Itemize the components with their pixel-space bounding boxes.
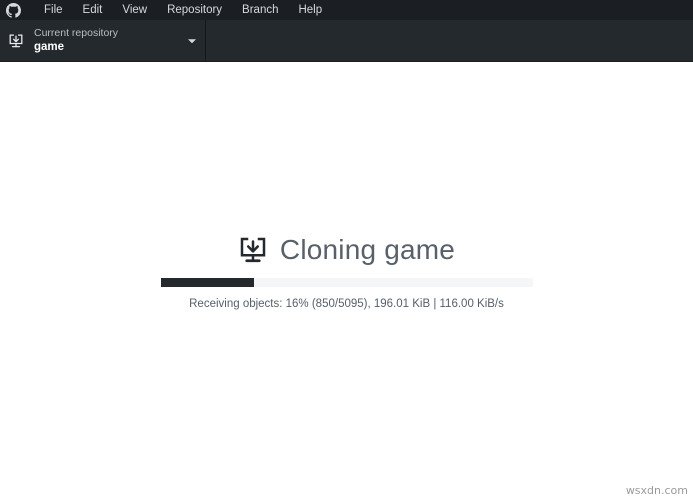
menu-item-edit[interactable]: Edit <box>73 0 113 20</box>
menu-item-help[interactable]: Help <box>288 0 332 20</box>
current-repository-name: game <box>34 41 65 53</box>
main-content: Cloning game Receiving objects: 16% (850… <box>0 62 693 499</box>
menu-item-view[interactable]: View <box>112 0 157 20</box>
menu-bar: File Edit View Repository Branch Help <box>0 0 693 20</box>
current-repository-label: Current repository <box>34 27 119 39</box>
chevron-down-icon <box>188 38 196 43</box>
download-into-tray-icon <box>240 237 266 263</box>
clone-progress-fill <box>160 278 254 287</box>
clone-progress-bar <box>160 278 533 287</box>
cloning-title: Cloning game <box>279 234 456 265</box>
github-octocat-icon[interactable] <box>6 2 21 18</box>
menu-item-file[interactable]: File <box>34 0 73 20</box>
cloning-title-row: Cloning game <box>238 234 455 266</box>
menu-item-repository[interactable]: Repository <box>157 0 232 20</box>
cloning-progress-panel: Cloning game Receiving objects: 16% (850… <box>0 234 693 310</box>
repository-text-group: Current repository game <box>34 27 181 54</box>
repo-clone-icon <box>9 33 23 47</box>
current-repository-selector[interactable]: Current repository game <box>0 20 206 61</box>
site-watermark: wsxdn.com <box>625 484 688 497</box>
toolbar: Current repository game <box>0 20 693 62</box>
clone-progress-status: Receiving objects: 16% (850/5095), 196.0… <box>189 298 504 310</box>
menu-item-branch[interactable]: Branch <box>232 0 288 20</box>
toolbar-empty-area <box>206 20 693 61</box>
